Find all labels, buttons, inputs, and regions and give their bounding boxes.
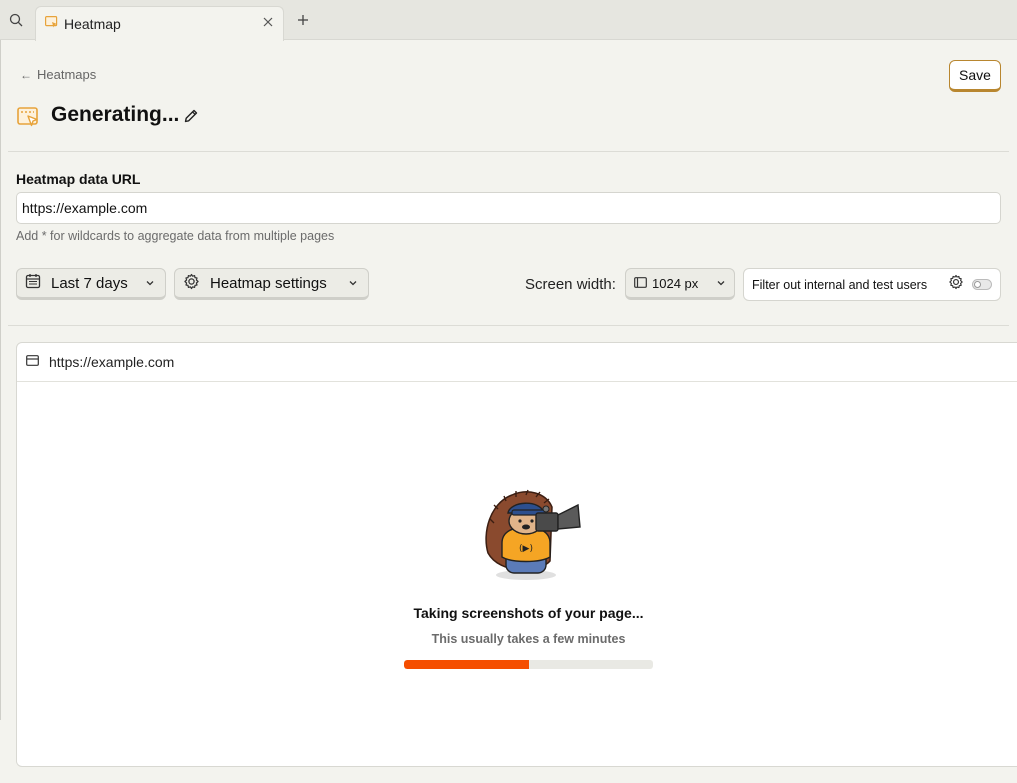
- tab-label: Heatmap: [64, 16, 121, 32]
- close-icon[interactable]: [261, 15, 275, 29]
- progress-fill: [404, 660, 529, 669]
- page-title: Generating...: [51, 103, 180, 126]
- loading-title: Taking screenshots of your page...: [413, 605, 644, 621]
- save-button[interactable]: Save: [949, 60, 1001, 92]
- hedgehog-camera-illustration: (▶): [480, 483, 584, 583]
- calendar-icon: [25, 273, 41, 293]
- window-edge: [0, 40, 1, 720]
- heatmap-settings-label: Heatmap settings: [210, 274, 327, 292]
- filter-test-users: Filter out internal and test users: [743, 268, 1001, 301]
- url-input[interactable]: [16, 192, 1001, 224]
- chevron-down-icon: [716, 276, 726, 291]
- date-range-label: Last 7 days: [51, 274, 128, 292]
- heatmap-icon: [45, 15, 58, 33]
- back-label: Heatmaps: [37, 67, 97, 82]
- screen-width-value: 1024 px: [652, 275, 699, 291]
- heatmap-icon: [17, 106, 39, 128]
- url-hint: Add * for wildcards to aggregate data fr…: [16, 229, 335, 243]
- divider: [8, 151, 1009, 152]
- filter-label: Filter out internal and test users: [752, 277, 928, 292]
- loading-subtitle: This usually takes a few minutes: [431, 632, 626, 646]
- browser-icon: [26, 353, 39, 371]
- pencil-icon[interactable]: [183, 108, 199, 124]
- filter-toggle[interactable]: [972, 279, 992, 290]
- gear-icon[interactable]: [948, 274, 964, 295]
- divider: [8, 325, 1009, 326]
- date-range-dropdown[interactable]: Last 7 days: [16, 268, 166, 300]
- chevron-down-icon: [348, 275, 358, 292]
- arrow-left-icon: ←: [20, 67, 32, 82]
- search-icon[interactable]: [6, 10, 26, 30]
- back-link[interactable]: ← Heatmaps: [20, 67, 96, 82]
- svg-text:(▶): (▶): [519, 544, 533, 554]
- preview-url: https://example.com: [49, 354, 175, 370]
- gear-icon: [183, 273, 200, 294]
- plus-icon[interactable]: [295, 12, 311, 28]
- preview-header: https://example.com: [17, 343, 1017, 382]
- toggle-knob: [974, 281, 981, 288]
- tab-heatmap[interactable]: Heatmap: [35, 6, 284, 41]
- heatmap-preview-panel: https://example.com (▶) Taking screensho…: [16, 342, 1017, 767]
- chevron-down-icon: [145, 275, 155, 292]
- heatmap-settings-dropdown[interactable]: Heatmap settings: [174, 268, 369, 300]
- progress-bar: [404, 660, 653, 669]
- screen-width-dropdown[interactable]: 1024 px: [625, 268, 735, 300]
- screen-width-label: Screen width:: [525, 276, 616, 293]
- tab-bar: Heatmap: [0, 0, 1017, 41]
- screen-icon: [634, 276, 647, 291]
- url-field-label: Heatmap data URL: [16, 171, 141, 187]
